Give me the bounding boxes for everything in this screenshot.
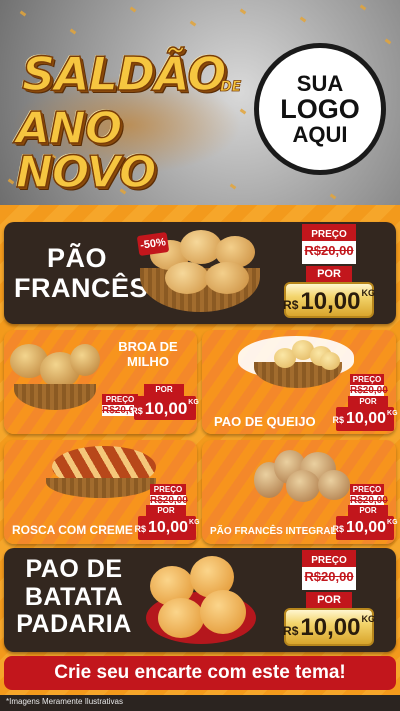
por-label: POR (348, 505, 388, 516)
unit-label: KG (361, 288, 375, 298)
logo-line-1: SUA (296, 70, 344, 96)
sale-title: SALDÃO DE ANO NOVO (12, 45, 242, 195)
product-name: PAO DE QUEIJO (214, 414, 316, 429)
cta-banner[interactable]: Crie seu encarte com este tema! (4, 656, 396, 690)
product-name: BROA DE MILHO (118, 339, 178, 369)
bread-image (318, 470, 350, 500)
preco-label: PREÇO (150, 484, 186, 495)
preco-label: PREÇO (102, 394, 138, 405)
currency: R$ (283, 298, 299, 312)
old-price: R$20,00 (350, 385, 388, 396)
confetti (129, 6, 137, 13)
confetti (359, 4, 367, 11)
currency: R$ (131, 406, 143, 416)
confetti (19, 10, 27, 17)
currency: R$ (332, 415, 344, 425)
price-tag: R$ 10,00 KG (332, 407, 398, 431)
bread-image (165, 262, 209, 294)
confetti (7, 178, 15, 185)
price-value: 10,00 (345, 519, 387, 536)
title-line-2: ANO NOVO (15, 103, 157, 198)
currency: R$ (332, 524, 344, 534)
old-price-tag: PREÇO R$20,00 (150, 484, 188, 506)
bread-image (158, 598, 204, 638)
price-tag: R$ 10,00 KG (283, 282, 375, 318)
unit-label: KG (188, 399, 199, 406)
confetti (189, 20, 197, 27)
bread-image (70, 344, 100, 376)
price-value: 10,00 (147, 519, 189, 536)
price-value: 10,00 (144, 399, 188, 418)
preco-label: PREÇO (302, 554, 356, 567)
discount-badge: -50% (136, 232, 170, 256)
bread-image (286, 470, 320, 502)
product-name: PAO DE BATATA PADARIA (16, 555, 132, 638)
preco-label: PREÇO (350, 484, 384, 495)
unit-label: KG (361, 614, 375, 624)
price-tag: R$ 10,00 KG (332, 516, 398, 540)
logo-placeholder: SUA LOGO AQUI (254, 43, 386, 175)
bread-image (205, 262, 249, 294)
preco-label: PREÇO (302, 228, 356, 241)
unit-label: KG (189, 519, 200, 526)
por-label: POR (144, 384, 184, 396)
header-banner: SALDÃO DE ANO NOVO SUA LOGO AQUI (0, 0, 400, 205)
price-tag: R$ 10,00 KG (134, 516, 200, 540)
price-tag: R$ 10,00 KG (283, 608, 375, 646)
por-label: POR (306, 266, 352, 282)
old-price-tag: PREÇO R$20,00 (350, 484, 388, 506)
logo-line-2: LOGO (280, 93, 360, 124)
currency: R$ (134, 524, 146, 534)
product-name: PÃO FRANCÊS INTEGRAL (210, 526, 337, 537)
bread-image (320, 352, 340, 370)
confetti (329, 193, 337, 200)
price-tag: R$ 10,00 KG (131, 396, 199, 420)
confetti (384, 38, 392, 45)
unit-label: KG (387, 410, 398, 417)
por-label: POR (146, 505, 186, 516)
por-label: POR (348, 396, 388, 407)
confetti (69, 28, 77, 35)
price-value: 10,00 (345, 410, 387, 427)
unit-label: KG (387, 519, 398, 526)
bread-image (200, 590, 246, 634)
confetti (299, 16, 307, 23)
disclaimer-text: *Imagens Meramente Ilustrativas (6, 697, 123, 706)
price-value: 10,00 (300, 288, 361, 315)
logo-line-3: AQUI (292, 122, 348, 148)
title-line-1: SALDÃO (21, 47, 227, 101)
confetti (239, 8, 247, 15)
preco-label: PREÇO (350, 374, 384, 385)
title-de: DE (220, 79, 242, 96)
old-price-tag: PREÇO R$20,00 (302, 224, 356, 264)
price-value: 10,00 (300, 614, 361, 641)
old-price-tag: PREÇO R$20,00 (302, 550, 356, 590)
old-price: R$20,00 (304, 569, 354, 584)
por-label: POR (306, 592, 352, 608)
old-price: R$20,00 (304, 243, 354, 258)
old-price-tag: PREÇO R$20,00 (350, 374, 388, 396)
product-name: PÃO FRANCÊS (14, 243, 149, 303)
product-name: ROSCA COM CREME (12, 523, 133, 537)
currency: R$ (283, 624, 299, 638)
